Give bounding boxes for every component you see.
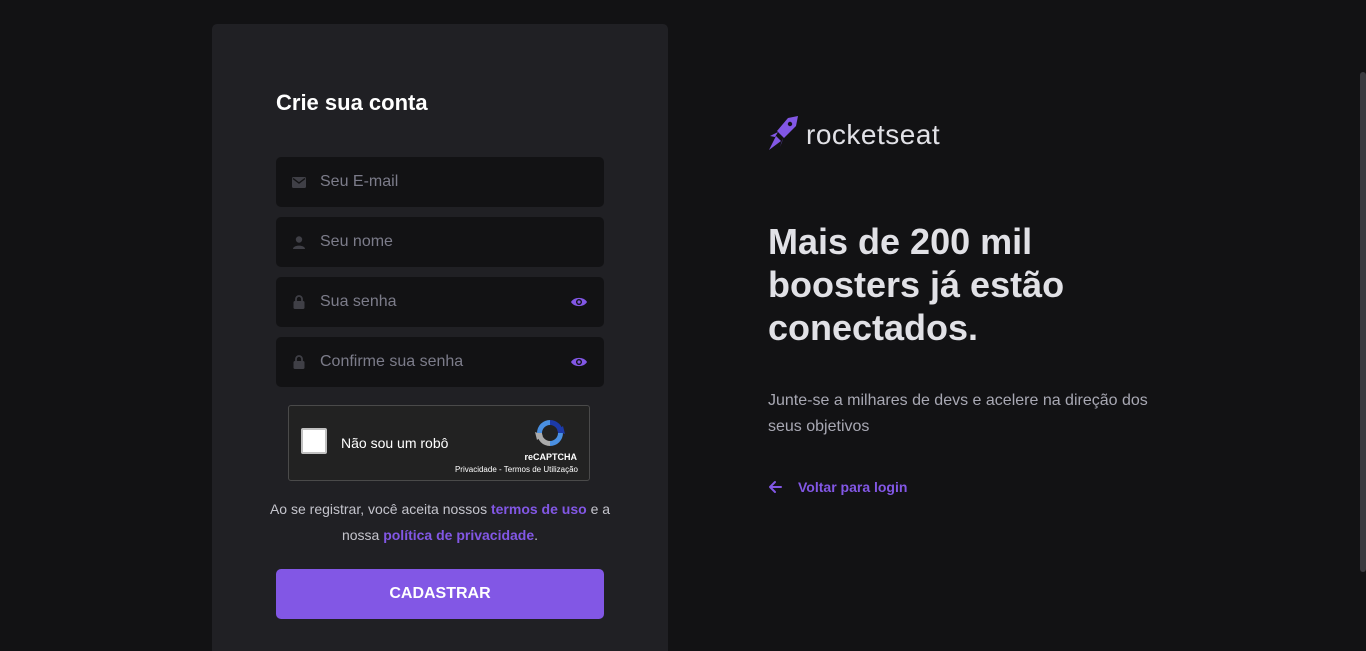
headline: Mais de 200 mil boosters já estão conect… [768,221,1065,348]
back-to-login-link[interactable]: Voltar para login [768,479,907,495]
name-input[interactable] [320,217,560,267]
password-field[interactable] [276,277,604,327]
scrollbar[interactable] [1360,72,1366,572]
arrow-left-icon [768,480,782,494]
password-input[interactable] [320,277,560,327]
eye-icon[interactable] [570,354,588,370]
recaptcha-links-separator: - [496,465,504,474]
brand-logo: rocketseat [768,115,940,155]
signup-page: Crie sua conta Seu E-mail Seu nome Não s… [0,0,1366,651]
lock-icon [292,354,306,370]
signup-button[interactable]: CADASTRAR [276,569,604,619]
terms-of-use-link[interactable]: termos de uso [491,501,587,517]
confirm-password-input[interactable] [320,337,560,387]
user-icon [292,234,306,250]
back-to-login-label: Voltar para login [798,479,908,495]
terms-suffix: . [534,527,539,543]
terms-text: Ao se registrar, você aceita nossos term… [252,496,628,548]
recaptcha-brand: reCAPTCHA [524,452,577,462]
recaptcha-checkbox[interactable] [301,428,327,454]
recaptcha-label: Não sou um robô [341,435,449,451]
description: Junte-se a milhares de devs e acelere na… [768,392,1148,435]
signup-card: Crie sua conta Seu E-mail Seu nome Não s… [212,24,668,651]
email-input[interactable] [320,157,560,207]
eye-icon[interactable] [570,294,588,310]
email-field[interactable] [276,157,604,207]
recaptcha-terms-link[interactable]: Termos de Utilização [504,465,578,474]
mail-icon [292,174,306,190]
rocket-icon [768,114,800,157]
confirm-password-field[interactable] [276,337,604,387]
recaptcha-privacy-link[interactable]: Privacidade [455,465,497,474]
recaptcha-links: Privacidade - Termos de Utilização [455,465,578,474]
name-field[interactable] [276,217,604,267]
terms-prefix: Ao se registrar, você aceita nossos [269,501,488,517]
brand-name: rocketseat [806,119,941,150]
recaptcha-widget: Não sou um robô reCAPTCHA Privacidade - … [288,405,590,481]
form-title: Crie sua conta [276,90,428,115]
lock-icon [292,294,306,310]
privacy-policy-link[interactable]: política de privacidade [383,527,534,543]
recaptcha-logo-icon [533,416,567,450]
